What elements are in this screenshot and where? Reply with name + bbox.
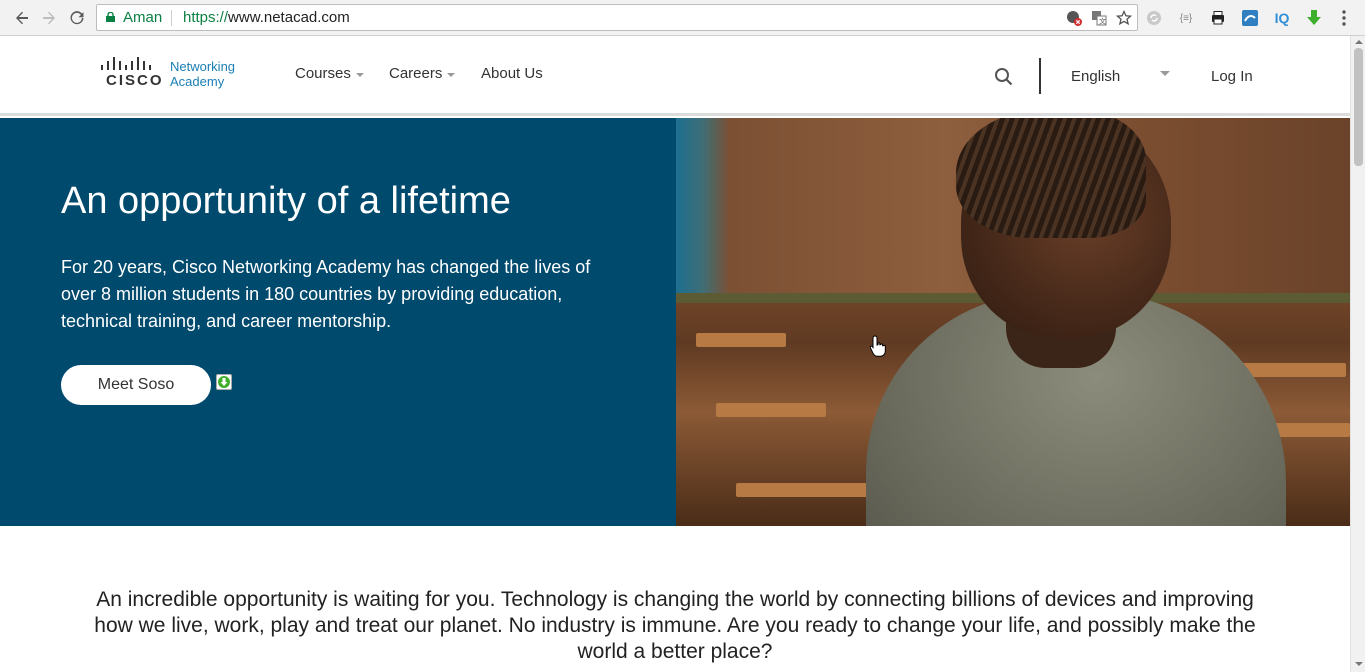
download-badge-icon[interactable]: [216, 374, 232, 390]
logo-subtitle: Networking Academy: [170, 59, 236, 89]
photo-desk: [736, 483, 876, 497]
chevron-down-icon: [447, 72, 456, 77]
bookmark-star-icon[interactable]: [1115, 9, 1133, 27]
scroll-thumb[interactable]: [1354, 48, 1363, 166]
ext-sync-icon[interactable]: [1143, 7, 1165, 29]
nav-about-us[interactable]: About Us: [481, 65, 543, 82]
back-icon[interactable]: [12, 8, 32, 28]
search-icon[interactable]: [993, 66, 1015, 88]
ext-print-icon[interactable]: [1207, 7, 1229, 29]
hero-title: An opportunity of a lifetime: [61, 180, 511, 222]
svg-text:文: 文: [1099, 17, 1106, 26]
hero-photo: [676, 118, 1350, 526]
reload-icon[interactable]: [67, 8, 87, 28]
menu-kebab-icon[interactable]: [1333, 7, 1355, 29]
cisco-logo[interactable]: CISCO Networking Academy: [101, 57, 241, 93]
chevron-down-icon: [355, 72, 364, 77]
nav-careers[interactable]: Careers: [389, 65, 456, 82]
secure-label: Aman: [123, 9, 163, 26]
site-blocked-icon[interactable]: [1065, 9, 1083, 27]
scroll-up-icon[interactable]: [1355, 40, 1363, 44]
login-link[interactable]: Log In: [1211, 68, 1253, 85]
lock-icon: [106, 12, 115, 22]
ext-screenshot-icon[interactable]: [1239, 7, 1261, 29]
page-scrollbar[interactable]: [1350, 36, 1365, 672]
meet-soso-button[interactable]: Meet Soso: [61, 365, 211, 405]
photo-desk: [696, 333, 786, 347]
intro-paragraph: An incredible opportunity is waiting for…: [94, 588, 1256, 663]
url-text[interactable]: https://www.netacad.com: [183, 9, 350, 26]
hero-text: For 20 years, Cisco Networking Academy h…: [61, 257, 591, 331]
scroll-down-icon[interactable]: [1355, 662, 1363, 666]
nav-courses[interactable]: Courses: [295, 65, 364, 82]
omnibox-divider: [171, 10, 172, 26]
ext-json-icon[interactable]: {≡}: [1175, 7, 1197, 29]
site-header: CISCO Networking Academy Courses Careers…: [0, 36, 1350, 116]
browser-toolbar: Aman https://www.netacad.com 文 {≡} IQ: [0, 0, 1365, 36]
hero-panel: An opportunity of a lifetime For 20 year…: [0, 118, 676, 526]
cisco-wordmark: CISCO: [106, 72, 164, 89]
header-divider: [1039, 58, 1041, 94]
ext-download-icon[interactable]: [1303, 7, 1325, 29]
cisco-bars-icon: [101, 57, 151, 70]
photo-desk: [716, 403, 826, 417]
translate-icon[interactable]: 文: [1090, 9, 1108, 27]
ext-iq-icon[interactable]: IQ: [1271, 7, 1293, 29]
hand-cursor-icon: [869, 335, 886, 357]
chevron-down-icon[interactable]: [1160, 71, 1170, 76]
photo-person-hair: [956, 118, 1146, 238]
forward-icon[interactable]: [39, 8, 59, 28]
address-bar[interactable]: Aman https://www.netacad.com 文: [96, 4, 1138, 31]
language-select[interactable]: English: [1071, 68, 1120, 85]
